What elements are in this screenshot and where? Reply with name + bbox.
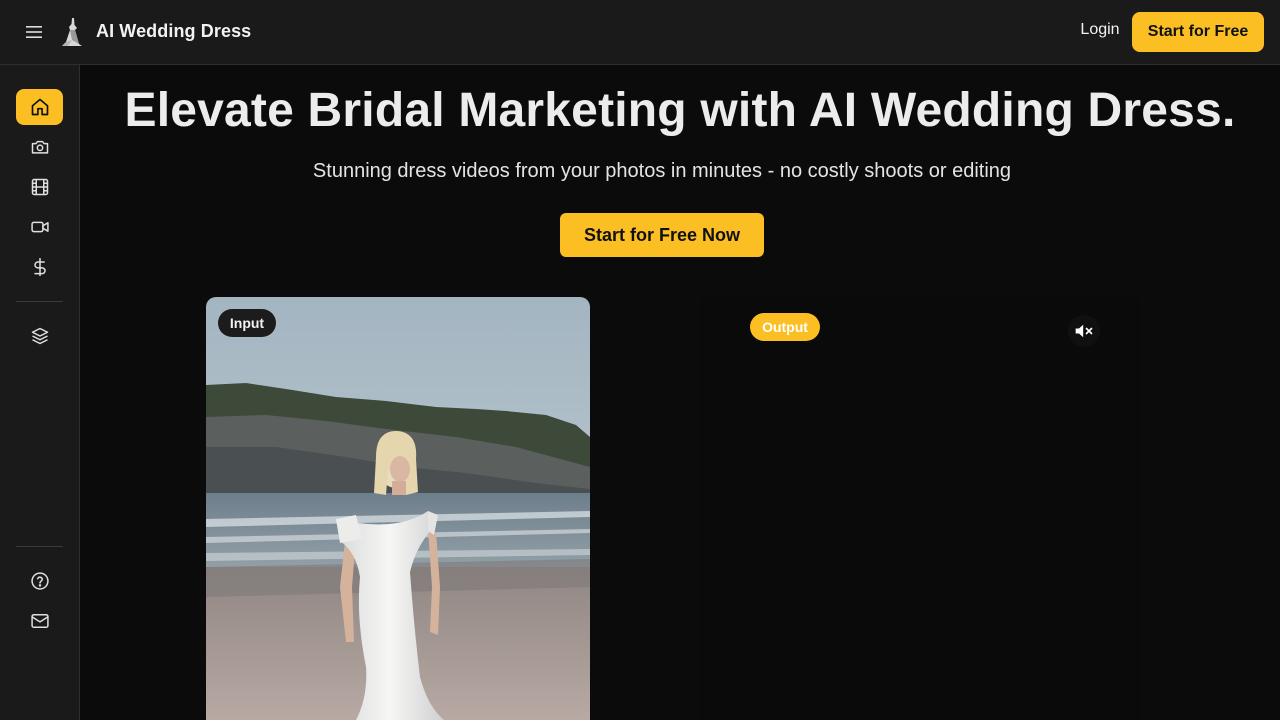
sidebar-item-video[interactable] bbox=[16, 209, 63, 245]
page-title: Elevate Bridal Marketing with AI Wedding… bbox=[124, 84, 1236, 137]
sidebar-item-help[interactable] bbox=[16, 563, 63, 599]
sidebar bbox=[0, 65, 80, 720]
sidebar-divider-bottom bbox=[16, 546, 63, 547]
sidebar-item-contact[interactable] bbox=[16, 603, 63, 639]
film-icon bbox=[31, 178, 48, 196]
output-video[interactable] bbox=[700, 297, 1140, 720]
hamburger-menu-icon[interactable] bbox=[24, 22, 44, 42]
hero-subtitle: Stunning dress videos from your photos i… bbox=[312, 160, 1012, 182]
sidebar-divider bbox=[16, 301, 63, 302]
input-photo bbox=[206, 297, 590, 720]
output-badge: Output bbox=[750, 313, 820, 341]
sidebar-item-photo[interactable] bbox=[16, 129, 63, 165]
sidebar-item-film[interactable] bbox=[16, 169, 63, 205]
home-icon bbox=[31, 98, 48, 116]
volume-muted-icon bbox=[1075, 324, 1093, 338]
top-header: AI Wedding Dress Login Start for Free bbox=[0, 0, 1280, 65]
start-for-free-now-button[interactable]: Start for Free Now bbox=[560, 213, 764, 257]
start-for-free-button[interactable]: Start for Free bbox=[1132, 12, 1264, 52]
mute-toggle-button[interactable] bbox=[1068, 315, 1100, 347]
sidebar-item-layers[interactable] bbox=[16, 318, 63, 354]
mail-icon bbox=[30, 614, 49, 628]
brand-name[interactable]: AI Wedding Dress bbox=[96, 21, 251, 42]
input-badge: Input bbox=[218, 309, 276, 337]
sidebar-item-home[interactable] bbox=[16, 89, 63, 125]
layers-icon bbox=[31, 327, 48, 345]
wedding-dress-logo[interactable] bbox=[56, 16, 86, 48]
dollar-icon bbox=[33, 257, 46, 277]
help-circle-icon bbox=[30, 572, 49, 590]
login-link[interactable]: Login bbox=[1072, 21, 1128, 39]
camera-icon bbox=[31, 140, 48, 154]
sidebar-item-pricing[interactable] bbox=[16, 249, 63, 285]
video-camera-icon bbox=[30, 221, 49, 233]
